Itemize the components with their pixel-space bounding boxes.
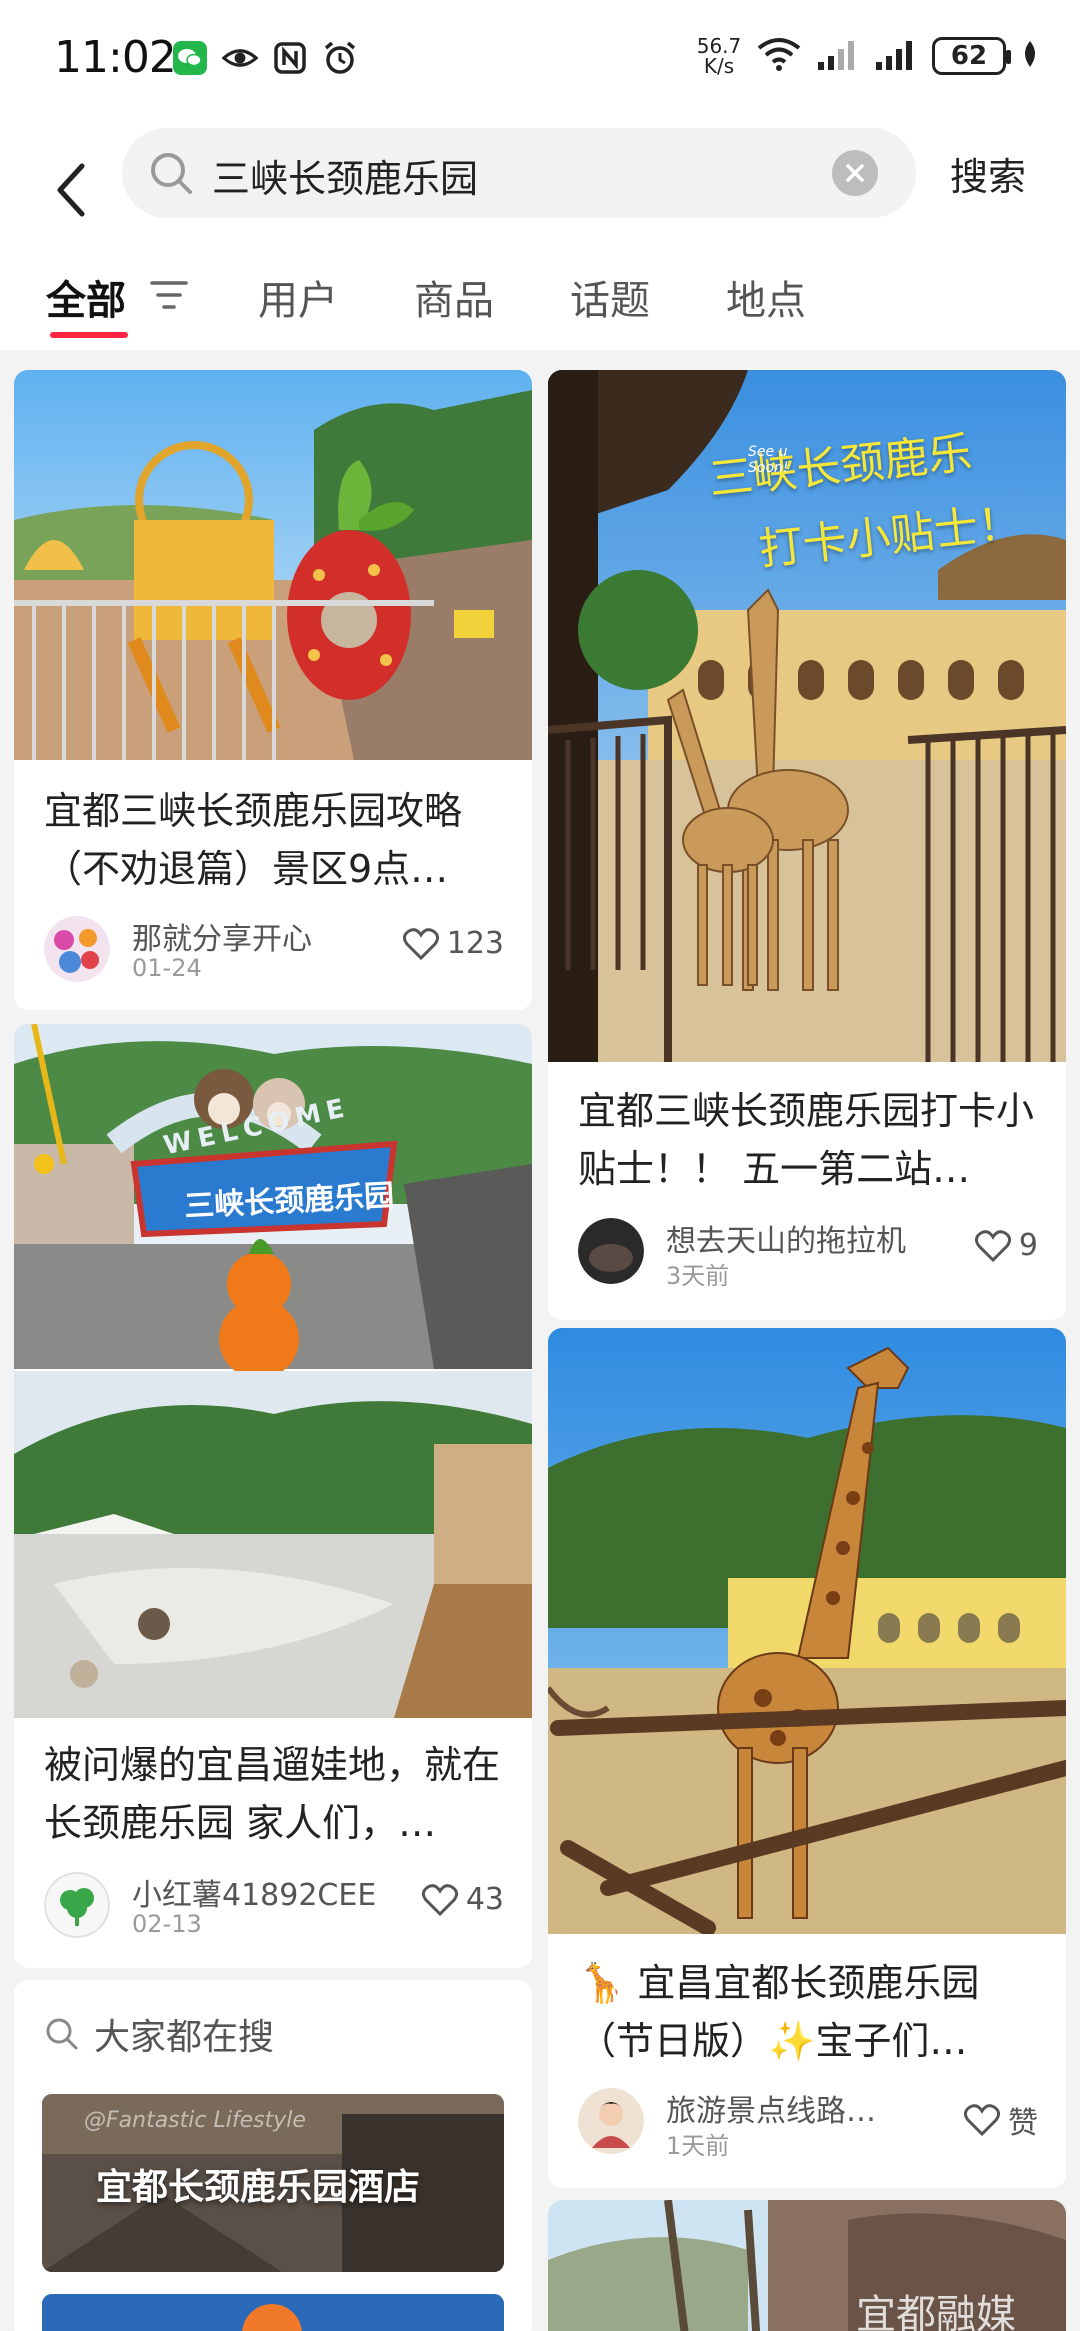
tab-users[interactable]: 用户 [258,268,338,326]
heart-icon [402,927,439,960]
trending-searches-card: 大家都在搜 @Fantastic Lifestyle 宜都长颈鹿乐园酒店 [14,1980,532,2331]
post-image-playground[interactable] [14,370,532,760]
post-image-giraffe-closeup[interactable] [548,1328,1066,1934]
eye-icon [222,40,258,76]
signal-icon-2 [874,36,918,76]
signal-icon [816,36,860,76]
filter-icon[interactable] [148,278,190,316]
alarm-icon [322,40,358,76]
avatar[interactable] [578,2088,644,2154]
post-image-trees[interactable]: 宜都融媒 [548,2200,1066,2331]
like-button[interactable]: 赞 [964,2098,1038,2142]
close-icon [846,164,864,182]
trending-item[interactable]: @Fantastic Lifestyle 宜都长颈鹿乐园酒店 [42,2094,504,2272]
search-icon [148,150,194,200]
post-date: 01-24 [132,954,202,982]
wechat-icon [172,40,208,76]
like-button[interactable]: 123 [402,926,504,961]
post-date: 1天前 [666,2132,730,2160]
clear-search-button[interactable] [832,150,878,196]
active-tab-underline [50,332,128,338]
network-speed-unit: K/s [703,54,735,78]
like-button[interactable]: 43 [421,1882,504,1917]
search-button[interactable]: 搜索 [950,146,1026,201]
back-button[interactable] [40,140,100,240]
post-card[interactable]: 宜都融媒 [548,2200,1066,2331]
search-icon [46,2018,78,2050]
like-count: 123 [446,926,504,961]
author-name[interactable]: 旅游景点线路… [666,2086,906,2130]
avatar[interactable] [44,1872,110,1938]
post-card[interactable]: 三峡长颈鹿乐园 WELCOME 被问爆的宜昌遛娃地，就在长颈鹿乐园 家人们，… … [14,1024,532,1968]
nfc-icon [272,40,308,76]
system-status: 56.7 K/s 62 [696,36,1040,76]
corner-watermark: 宜都融媒 [856,2292,1016,2331]
like-count: 43 [465,1882,504,1917]
post-title[interactable]: 宜都三峡长颈鹿乐园打卡小贴士！！ 五一第二站… [578,1082,1042,1198]
heart-icon [964,2104,1000,2136]
tab-places[interactable]: 地点 [726,268,806,326]
tab-products[interactable]: 商品 [414,268,494,326]
search-query[interactable]: 三峡长颈鹿乐园 [212,148,478,203]
image-overlay-small: See u Soon! [748,444,789,476]
post-card[interactable]: 三峡长颈鹿乐 打卡小贴士！ See u Soon! 宜都三峡长颈鹿乐园打卡小贴士… [548,370,1066,1320]
post-date: 3天前 [666,1262,730,1290]
network-speed: 56.7 K/s [696,36,742,76]
post-card[interactable]: 宜都三峡长颈鹿乐园攻略（不劝退篇）景区9点… 那就分享开心 01-24 123 [14,370,532,1010]
tab-all[interactable]: 全部 [46,268,126,326]
search-input[interactable]: 三峡长颈鹿乐园 [122,128,916,218]
avatar[interactable] [578,1218,644,1284]
heart-icon [421,1883,458,1916]
heart-icon [974,1229,1011,1262]
trending-title: 大家都在搜 [94,2017,275,2058]
author-name[interactable]: 小红薯41892CEE [132,1870,392,1914]
trending-item-label[interactable]: 宜都长颈鹿乐园酒店 [96,2158,420,2210]
leaf-icon [1020,39,1040,73]
trending-item[interactable] [42,2294,504,2331]
clock: 11:02 [54,32,177,83]
notification-icons [172,40,358,76]
post-card[interactable]: 🦒 宜昌宜都长颈鹿乐园（节日版）✨宝子们… 旅游景点线路… 1天前 赞 [548,1328,1066,2188]
like-button[interactable]: 9 [974,1228,1038,1263]
author-name[interactable]: 那就分享开心 [132,914,372,958]
trending-item-watermark: @Fantastic Lifestyle [84,2108,306,2133]
header-divider [0,350,1080,354]
post-image-giraffes[interactable]: 三峡长颈鹿乐 打卡小贴士！ See u Soon! [548,370,1066,1062]
network-speed-value: 56.7 [696,34,742,58]
author-name[interactable]: 想去天山的拖拉机 [666,1216,946,1260]
like-count: 9 [1018,1228,1038,1263]
wifi-icon [756,36,802,76]
post-image-entrance[interactable]: 三峡长颈鹿乐园 WELCOME [14,1024,532,1718]
tab-topics[interactable]: 话题 [570,268,650,326]
battery-indicator: 62 [932,37,1011,75]
post-title[interactable]: 🦒 宜昌宜都长颈鹿乐园（节日版）✨宝子们… [578,1954,1042,2070]
post-title[interactable]: 宜都三峡长颈鹿乐园攻略（不劝退篇）景区9点… [44,782,508,898]
chevron-left-icon [57,163,85,217]
trending-header: 大家都在搜 [44,2008,274,2060]
avatar[interactable] [44,916,110,982]
post-date: 02-13 [132,1910,202,1938]
status-bar: 11:02 56.7 K/s 62 [0,0,1080,120]
post-title[interactable]: 被问爆的宜昌遛娃地，就在长颈鹿乐园 家人们，… [44,1736,508,1852]
like-count: 赞 [1008,2106,1038,2141]
